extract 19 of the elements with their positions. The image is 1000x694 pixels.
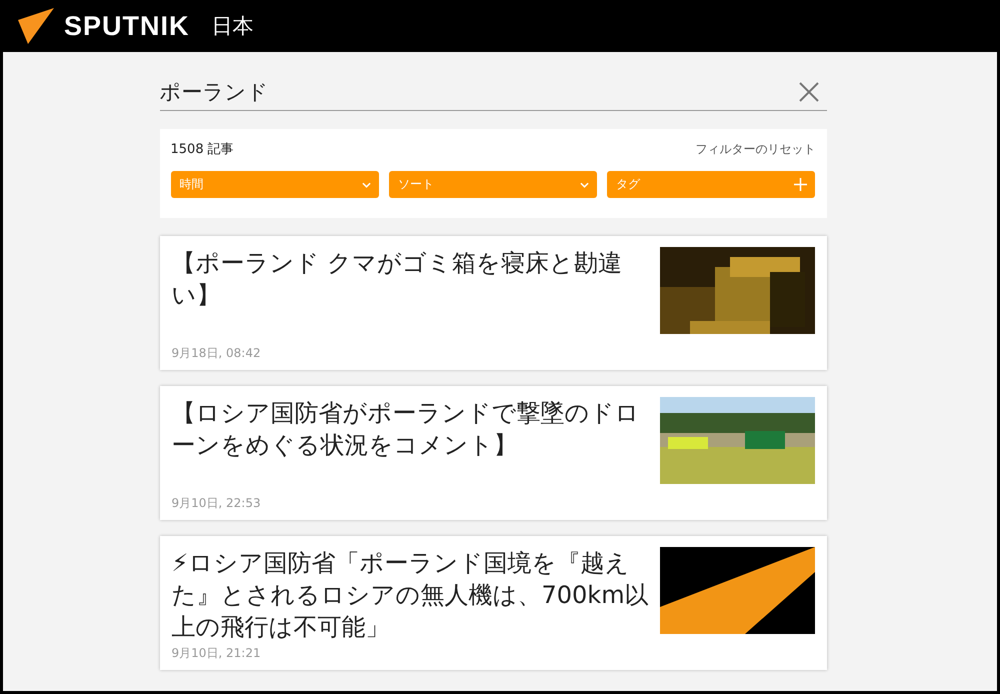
article-count: 1508 記事 xyxy=(170,141,234,158)
article-card[interactable]: ⚡ロシア国防省「ポーランド国境を『越えた』とされるロシアの無人機は、700km以上の飛行は不可能」 9月10日, 21:21 xyxy=(160,536,826,670)
chevron-down-icon xyxy=(362,182,371,188)
chevron-down-icon xyxy=(580,182,590,188)
close-icon[interactable] xyxy=(798,82,818,102)
article-date: 9月10日, 21:21 xyxy=(172,645,262,662)
article-date: 9月18日, 08:42 xyxy=(172,345,262,362)
plus-icon xyxy=(794,178,808,191)
article-title[interactable]: 【ポーランド クマがゴミ箱を寝床と勘違い】 xyxy=(172,247,650,311)
article-date: 9月10日, 22:53 xyxy=(172,495,262,512)
article-card[interactable]: 【ロシア国防省がポーランドで撃墜のドローンをめぐる状況をコメント】 9月10日, 22:53 xyxy=(160,386,826,520)
logo-icon[interactable] xyxy=(16,6,56,46)
article-title[interactable]: ⚡ロシア国防省「ポーランド国境を『越えた』とされるロシアの無人機は、700km以上の飛行は不可能」 xyxy=(172,547,650,643)
article-card[interactable]: 【ポーランド クマがゴミ箱を寝床と勘違い】 9月18日, 08:42 xyxy=(160,236,826,370)
search-field[interactable]: ポーランド xyxy=(160,80,798,104)
logo-text[interactable]: SPUTNIK xyxy=(64,10,190,42)
edition-label[interactable]: 日本 xyxy=(212,12,254,40)
reset-filters-link[interactable]: フィルターのリセット xyxy=(696,140,816,158)
article-title[interactable]: 【ロシア国防省がポーランドで撃墜のドローンをめぐる状況をコメント】 xyxy=(172,397,650,461)
